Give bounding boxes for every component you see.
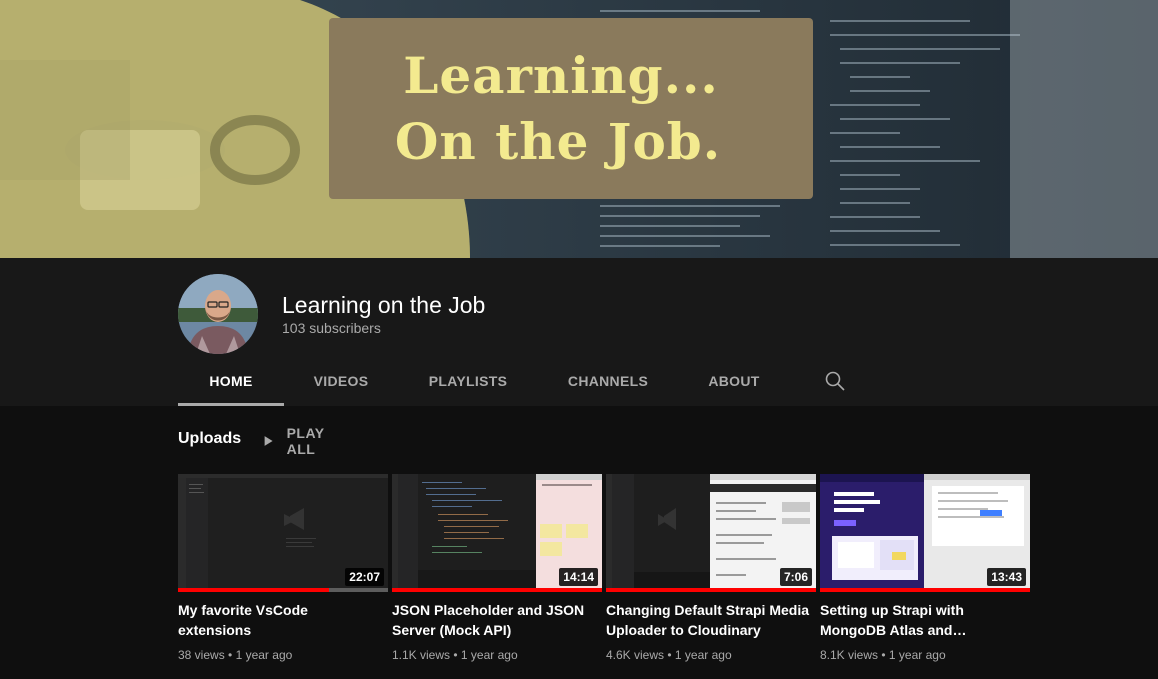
video-card: 22:07 My favorite VsCode extensions 38 v… bbox=[178, 474, 388, 662]
duration-badge: 7:06 bbox=[779, 568, 812, 586]
video-thumbnail[interactable]: 14:14 bbox=[392, 474, 602, 592]
video-meta: 4.6K views • 1 year ago bbox=[606, 648, 816, 662]
channel-header: Learning on the Job 103 subscribers HOME… bbox=[0, 258, 1158, 406]
view-count: 38 views bbox=[178, 648, 225, 662]
meta-separator: • bbox=[881, 648, 886, 662]
duration-badge: 14:14 bbox=[559, 568, 598, 586]
video-thumbnail[interactable]: 13:43 bbox=[820, 474, 1030, 592]
tab-home[interactable]: HOME bbox=[178, 358, 284, 406]
watch-progress bbox=[392, 588, 602, 592]
video-card: 7:06 Changing Default Strapi Media Uploa… bbox=[606, 474, 816, 662]
subscriber-count: 103 subscribers bbox=[282, 320, 381, 336]
video-meta: 1.1K views • 1 year ago bbox=[392, 648, 602, 662]
watch-progress bbox=[178, 588, 329, 592]
tab-playlists[interactable]: PLAYLISTS bbox=[398, 358, 538, 406]
video-thumbnail[interactable]: 7:06 bbox=[606, 474, 816, 592]
banner-title-line-1: Learning... bbox=[403, 45, 719, 105]
upload-age: 1 year ago bbox=[235, 648, 293, 662]
video-thumbnail[interactable]: 22:07 bbox=[178, 474, 388, 592]
section-title[interactable]: Uploads bbox=[178, 430, 241, 448]
channel-banner: Learning... On the Job. bbox=[0, 0, 1158, 258]
channel-name: Learning on the Job bbox=[282, 292, 486, 318]
video-title[interactable]: My favorite VsCode extensions bbox=[178, 600, 383, 640]
video-title[interactable]: JSON Placeholder and JSON Server (Mock A… bbox=[392, 600, 597, 640]
video-meta: 8.1K views • 1 year ago bbox=[820, 648, 1030, 662]
avatar-image bbox=[178, 274, 258, 354]
tab-channels[interactable]: CHANNELS bbox=[538, 358, 678, 406]
duration-badge: 13:43 bbox=[987, 568, 1026, 586]
play-icon bbox=[264, 436, 273, 446]
watch-progress bbox=[606, 588, 816, 592]
duration-badge: 22:07 bbox=[345, 568, 384, 586]
video-card: 14:14 JSON Placeholder and JSON Server (… bbox=[392, 474, 602, 662]
banner-title-line-2: On the Job. bbox=[394, 111, 722, 171]
meta-separator: • bbox=[228, 648, 233, 662]
video-card: 13:43 Setting up Strapi with MongoDB Atl… bbox=[820, 474, 1030, 662]
watch-progress bbox=[820, 588, 1030, 592]
video-title[interactable]: Changing Default Strapi Media Uploader t… bbox=[606, 600, 811, 640]
play-all-button[interactable]: PLAY ALL bbox=[264, 425, 330, 457]
search-icon[interactable] bbox=[824, 370, 846, 392]
tab-videos[interactable]: VIDEOS bbox=[284, 358, 398, 406]
view-count: 8.1K views bbox=[820, 648, 879, 662]
upload-age: 1 year ago bbox=[460, 648, 518, 662]
video-meta: 38 views • 1 year ago bbox=[178, 648, 388, 662]
meta-separator: • bbox=[667, 648, 672, 662]
tab-about[interactable]: ABOUT bbox=[678, 358, 790, 406]
banner-title-card: Learning... On the Job. bbox=[329, 18, 813, 199]
view-count: 4.6K views bbox=[606, 648, 665, 662]
view-count: 1.1K views bbox=[392, 648, 451, 662]
video-title[interactable]: Setting up Strapi with MongoDB Atlas and… bbox=[820, 600, 1025, 640]
play-all-label: PLAY ALL bbox=[286, 425, 325, 457]
upload-age: 1 year ago bbox=[674, 648, 732, 662]
channel-avatar[interactable] bbox=[178, 274, 258, 354]
upload-age: 1 year ago bbox=[888, 648, 946, 662]
meta-separator: • bbox=[453, 648, 458, 662]
